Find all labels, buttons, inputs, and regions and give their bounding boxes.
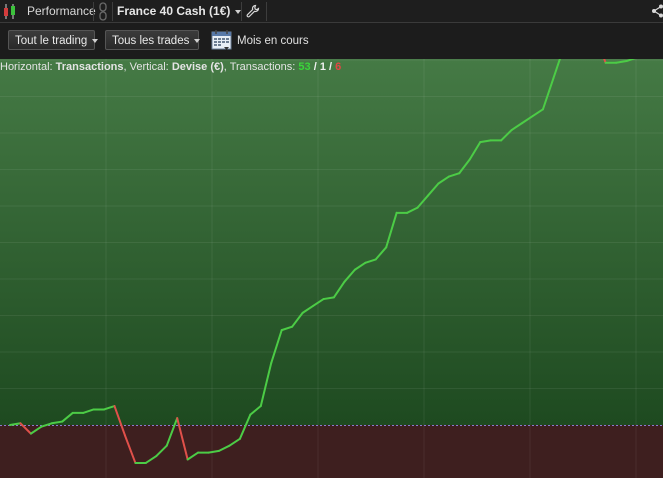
divider	[241, 2, 242, 21]
divider	[112, 2, 113, 21]
instrument-name: France 40 Cash (1€)	[117, 4, 231, 18]
divider	[266, 2, 267, 21]
trading-filter-dropdown[interactable]: Tout le trading	[8, 30, 99, 50]
separator: /	[325, 61, 336, 73]
horizontal-axis-caption: Horizontal:	[0, 61, 53, 73]
toolbar: Tout le trading Tous les trades Mois en …	[0, 23, 663, 59]
chevron-down-icon	[194, 38, 201, 43]
divider	[93, 2, 94, 21]
negative-zone	[0, 425, 663, 478]
separator: /	[310, 61, 320, 73]
vertical-axis-value: Devise (€)	[171, 61, 224, 73]
performance-chart[interactable]	[0, 59, 663, 478]
transactions-caption: , Transactions:	[223, 61, 296, 73]
trades-filter-label: Tous les trades	[112, 35, 190, 47]
instrument-selector[interactable]: France 40 Cash (1€)	[117, 4, 242, 18]
share-icon[interactable]	[651, 4, 663, 18]
equity-curve-chart[interactable]	[0, 59, 663, 478]
wrench-icon[interactable]	[246, 4, 260, 18]
trades-filter-dropdown[interactable]: Tous les trades	[105, 30, 201, 50]
losing-count: 6	[335, 61, 342, 73]
chevron-down-icon	[92, 38, 99, 43]
trading-filter-label: Tout le trading	[15, 35, 88, 47]
vertical-axis-caption: , Vertical:	[123, 61, 169, 73]
period-label[interactable]: Mois en cours	[237, 35, 309, 47]
link-chain-icon[interactable]	[99, 2, 107, 21]
candlestick-icon	[4, 4, 15, 19]
calendar-icon[interactable]	[211, 29, 233, 51]
title-bar: Performance France 40 Cash (1€)	[0, 0, 663, 23]
chart-info-line: Horizontal: Transactions, Vertical: Devi…	[0, 59, 663, 75]
app-title: Performance	[27, 4, 96, 18]
winning-count: 53	[298, 61, 311, 73]
horizontal-axis-value: Transactions	[55, 61, 124, 73]
